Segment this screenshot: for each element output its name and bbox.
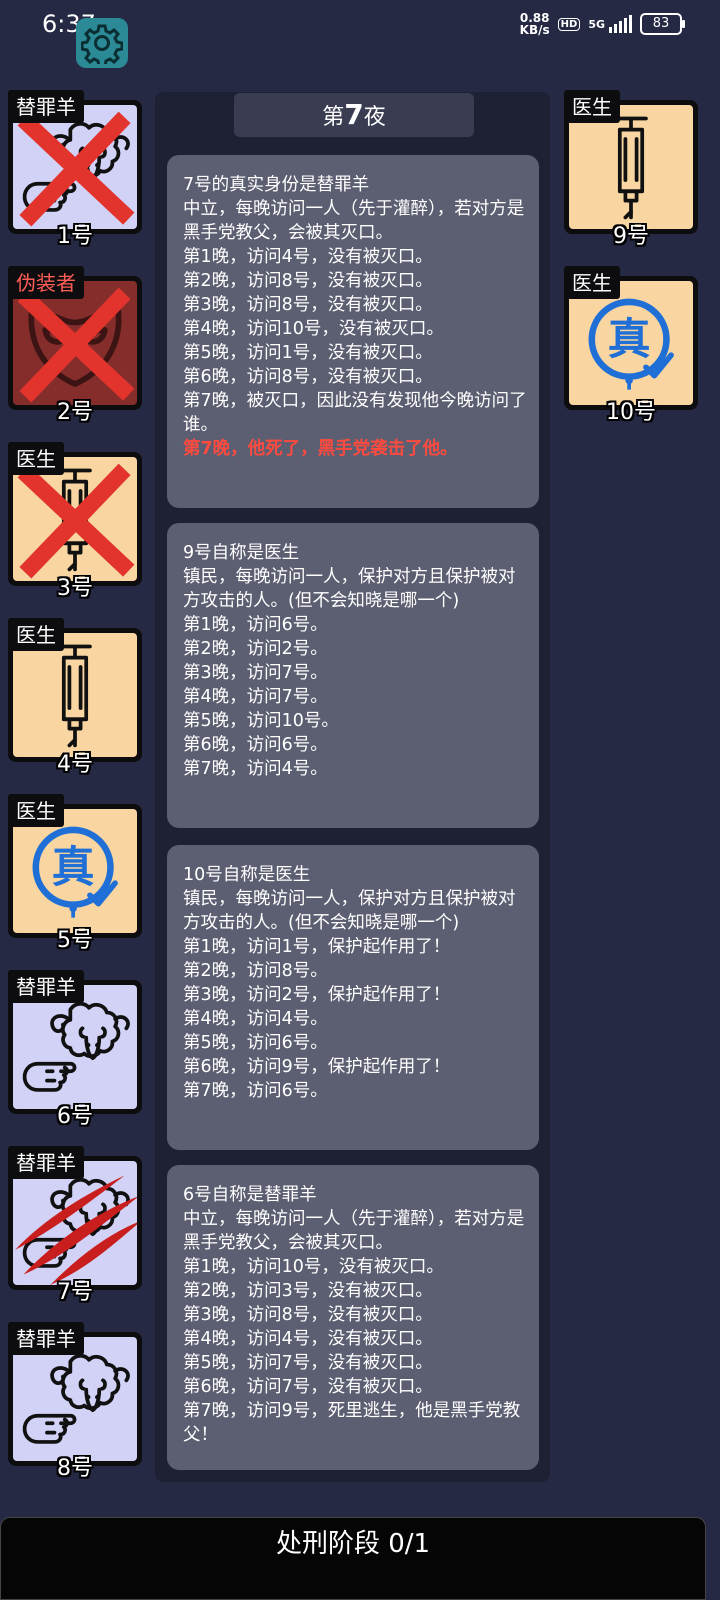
message-line: 第3晚，访问8号，没有被灭口。 xyxy=(183,1305,433,1325)
role-tag: 医生 xyxy=(8,618,64,651)
true-stamp-icon xyxy=(575,287,687,399)
message-line: 第4晚，访问4号，没有被灭口。 xyxy=(183,1329,433,1349)
role-tag: 伪装者 xyxy=(8,266,84,299)
message-heading: 9号自称是医生 xyxy=(183,543,300,563)
role-tag: 替罪羊 xyxy=(8,1322,84,1355)
message-line: 中立，每晚访问一人（先于灌醉），若对方是黑手党教父，会被其灭口。 xyxy=(183,199,525,243)
message-line: 第3晚，访问7号。 xyxy=(183,663,328,683)
player-number: 7号 xyxy=(57,1280,93,1305)
role-tag: 医生 xyxy=(8,442,64,475)
role-tag: 替罪羊 xyxy=(8,1146,84,1179)
message-heading: 7号的真实身份是替罪羊 xyxy=(183,175,370,195)
message-card: 7号的真实身份是替罪羊中立，每晚访问一人（先于灌醉），若对方是黑手党教父，会被其… xyxy=(167,155,539,508)
message-highlight: 第7晚，他死了，黑手党袭击了他。 xyxy=(183,439,458,459)
sheep-pointing-icon xyxy=(19,991,131,1103)
message-line: 镇民，每晚访问一人，保护对方且保护被对方攻击的人。(但不会知晓是哪一个) xyxy=(183,567,516,611)
message-line: 镇民，每晚访问一人，保护对方且保护被对方攻击的人。(但不会知晓是哪一个) xyxy=(183,889,516,933)
message-line: 第7晚，访问9号，死里逃生，他是黑手党教父！ xyxy=(183,1401,521,1445)
player-card-6[interactable]: 替罪羊 6号 xyxy=(8,970,142,1129)
syringe-icon xyxy=(19,639,131,751)
role-tag: 医生 xyxy=(8,794,64,827)
role-tag: 医生 xyxy=(564,266,620,299)
red-x-icon xyxy=(13,457,137,581)
player-number: 1号 xyxy=(57,224,93,249)
message-card: 6号自称是替罪羊中立，每晚访问一人（先于灌醉），若对方是黑手党教父，会被其灭口。… xyxy=(167,1165,539,1470)
status-icons: 0.88 KB/s HD 5G 83 xyxy=(519,11,685,37)
true-stamp-icon xyxy=(19,815,131,927)
message-line: 第7晚，访问4号。 xyxy=(183,759,328,779)
message-heading: 6号自称是替罪羊 xyxy=(183,1185,317,1205)
syringe-icon xyxy=(575,111,687,223)
message-line: 第5晚，访问6号。 xyxy=(183,1033,328,1053)
message-line: 第6晚，访问6号。 xyxy=(183,735,328,755)
message-line: 第5晚，访问1号，没有被灭口。 xyxy=(183,343,433,363)
message-line: 第1晚，访问1号，保护起作用了！ xyxy=(183,937,451,957)
message-line: 中立，每晚访问一人（先于灌醉），若对方是黑手党教父，会被其灭口。 xyxy=(183,1209,525,1253)
claw-scratch-icon xyxy=(13,1161,137,1285)
night-title: 第7夜 xyxy=(234,93,474,137)
message-card: 9号自称是医生镇民，每晚访问一人，保护对方且保护被对方攻击的人。(但不会知晓是哪… xyxy=(167,523,539,828)
gear-icon xyxy=(81,24,123,64)
message-card: 10号自称是医生镇民，每晚访问一人，保护对方且保护被对方攻击的人。(但不会知晓是… xyxy=(167,845,539,1150)
network-type: 5G xyxy=(588,17,605,31)
player-number: 10号 xyxy=(606,400,656,425)
message-line: 第6晚，访问8号，没有被灭口。 xyxy=(183,367,433,387)
message-line: 第2晚，访问3号，没有被灭口。 xyxy=(183,1281,433,1301)
player-card-7[interactable]: 替罪羊 7号 xyxy=(8,1146,142,1305)
message-line: 第4晚，访问4号。 xyxy=(183,1009,328,1029)
execution-phase-bar[interactable]: 处刑阶段 0/1 xyxy=(0,1517,706,1600)
message-line: 第3晚，访问8号，没有被灭口。 xyxy=(183,295,433,315)
message-line: 第1晚，访问10号，没有被灭口。 xyxy=(183,1257,444,1277)
net-speed: 0.88 KB/s xyxy=(519,11,550,37)
player-number: 9号 xyxy=(613,224,649,249)
role-tag: 替罪羊 xyxy=(8,90,84,123)
message-line: 第6晚，访问7号，没有被灭口。 xyxy=(183,1377,433,1397)
message-line: 第3晚，访问2号，保护起作用了！ xyxy=(183,985,451,1005)
role-tag: 医生 xyxy=(564,90,620,123)
player-card-5[interactable]: 医生 5号 xyxy=(8,794,142,953)
red-x-icon xyxy=(13,105,137,229)
player-number: 6号 xyxy=(57,1104,93,1129)
message-line: 第4晚，访问10号，没有被灭口。 xyxy=(183,319,444,339)
player-card-10[interactable]: 医生 10号 xyxy=(564,266,698,425)
message-heading: 10号自称是医生 xyxy=(183,865,311,885)
red-x-icon xyxy=(13,281,137,405)
message-line: 第5晚，访问7号，没有被灭口。 xyxy=(183,1353,433,1373)
hd-icon: HD xyxy=(557,17,581,31)
message-line: 第2晚，访问8号，没有被灭口。 xyxy=(183,271,433,291)
player-card-9[interactable]: 医生 9号 xyxy=(564,90,698,249)
message-line: 第1晚，访问4号，没有被灭口。 xyxy=(183,247,433,267)
message-line: 第7晚，访问6号。 xyxy=(183,1081,328,1101)
signal-icon xyxy=(609,15,632,33)
player-number: 3号 xyxy=(57,576,93,601)
player-number: 4号 xyxy=(57,752,93,777)
player-card-3[interactable]: 医生 3号 xyxy=(8,442,142,601)
message-line: 第4晚，访问7号。 xyxy=(183,687,328,707)
settings-button[interactable] xyxy=(76,18,128,68)
role-tag: 替罪羊 xyxy=(8,970,84,1003)
message-line: 第2晚，访问8号。 xyxy=(183,961,328,981)
message-line: 第2晚，访问2号。 xyxy=(183,639,328,659)
battery-icon: 83 xyxy=(640,13,685,35)
player-card-1[interactable]: 替罪羊 1号 xyxy=(8,90,142,249)
player-card-4[interactable]: 医生 4号 xyxy=(8,618,142,777)
player-card-8[interactable]: 替罪羊 8号 xyxy=(8,1322,142,1481)
player-number: 5号 xyxy=(57,928,93,953)
sheep-pointing-icon xyxy=(19,1343,131,1455)
player-number: 2号 xyxy=(57,400,93,425)
message-line: 第7晚，被灭口，因此没有发现他今晚访问了谁。 xyxy=(183,391,527,435)
player-card-2[interactable]: 伪装者 2号 xyxy=(8,266,142,425)
player-number: 8号 xyxy=(57,1456,93,1481)
message-line: 第5晚，访问10号。 xyxy=(183,711,339,731)
message-line: 第1晚，访问6号。 xyxy=(183,615,328,635)
message-line: 第6晚，访问9号，保护起作用了！ xyxy=(183,1057,451,1077)
